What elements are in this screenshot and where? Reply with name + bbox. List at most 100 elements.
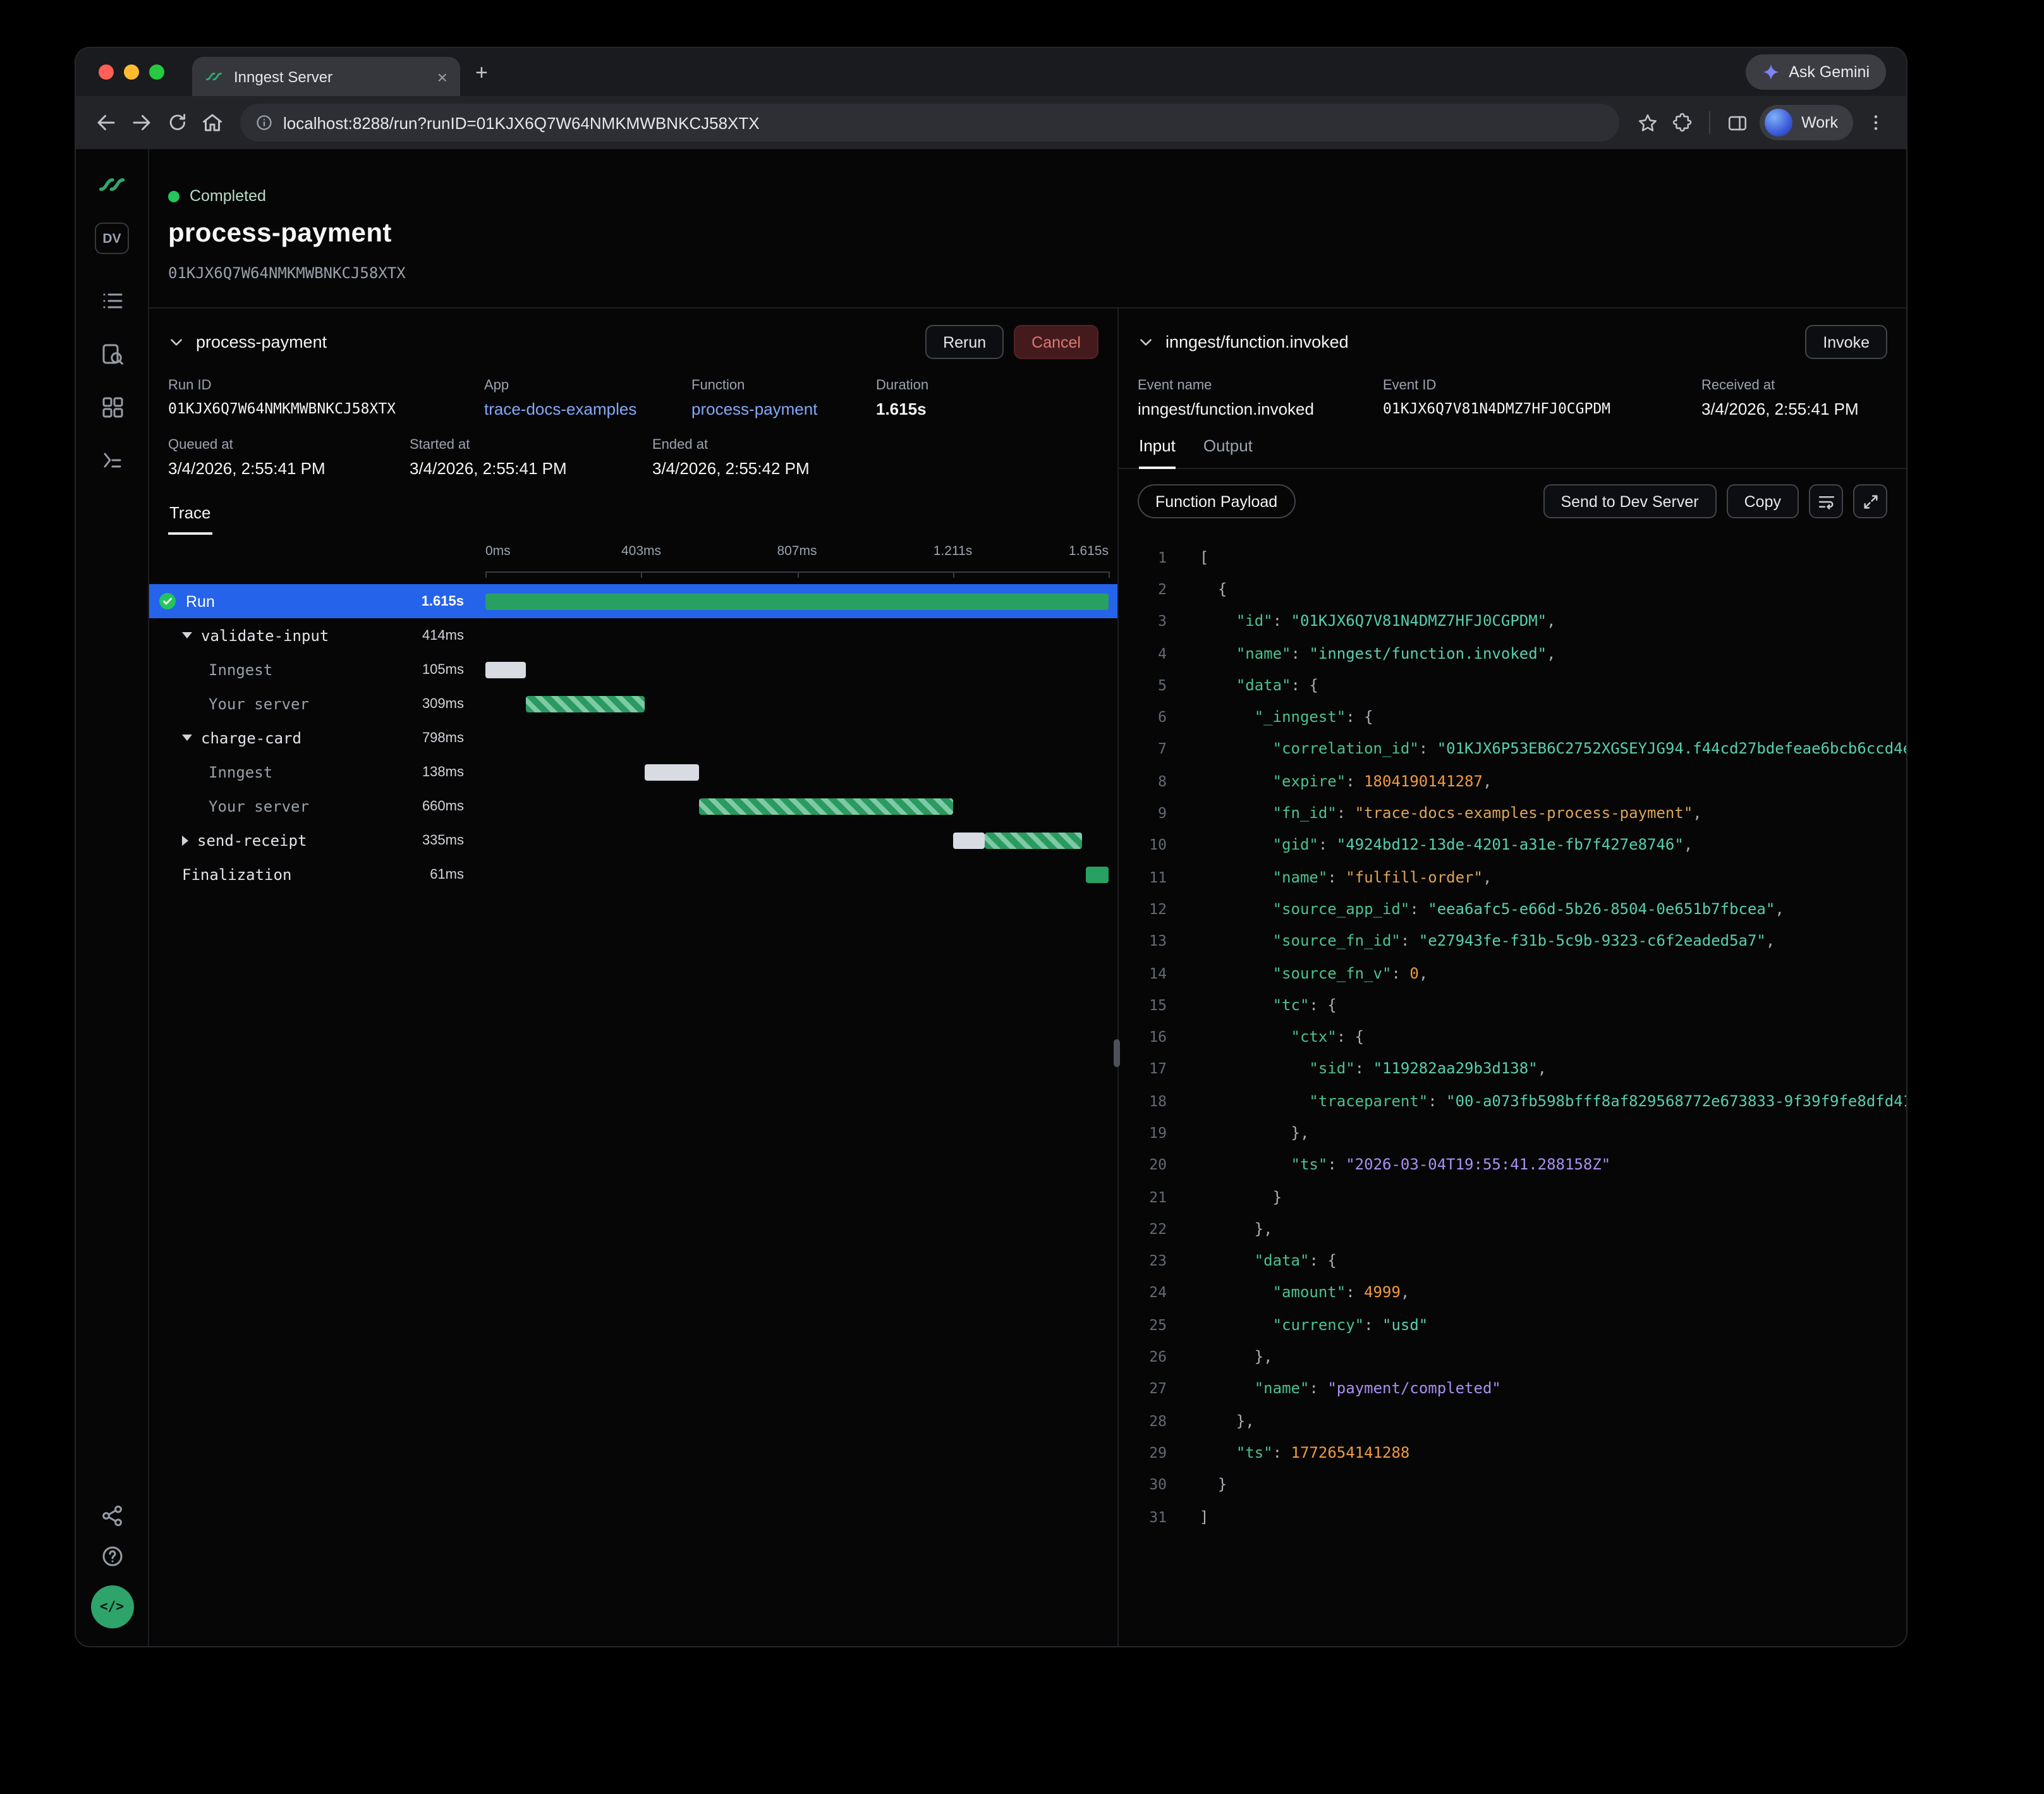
field-value-link[interactable]: trace-docs-examples [484, 400, 681, 418]
io-tabs: Input Output [1119, 418, 1906, 469]
profile-label: Work [1801, 114, 1838, 131]
trace-row-validate-input[interactable]: validate-input414ms [149, 618, 1117, 652]
code-text: } [1200, 1476, 1227, 1494]
line-number: 22 [1129, 1220, 1167, 1238]
bookmark-button[interactable] [1629, 105, 1665, 140]
line-number: 30 [1129, 1476, 1167, 1494]
line-number: 27 [1129, 1380, 1167, 1398]
panels: process-payment Rerun Cancel Run ID01KJX… [149, 307, 1906, 1646]
trace-row-inngest[interactable]: Inngest138ms [149, 755, 1117, 789]
section-title: process-payment [196, 333, 327, 351]
side-panel-icon [1726, 112, 1748, 133]
field-label: Event ID [1383, 378, 1691, 393]
code-line: 13 "source_fn_id": "e27943fe-f31b-5c9b-9… [1119, 925, 1906, 957]
trace-row-charge-card[interactable]: charge-card798ms [149, 721, 1117, 755]
rerun-button[interactable]: Rerun [925, 325, 1004, 359]
expand-button[interactable] [1853, 484, 1887, 518]
trace-row-inngest[interactable]: Inngest105ms [149, 652, 1117, 686]
sidebar-item-events[interactable] [100, 449, 123, 472]
axis-tick-label: 807ms [777, 544, 817, 559]
sidebar-item-apps[interactable] [100, 396, 123, 418]
trace-row-finalization[interactable]: Finalization61ms [149, 857, 1117, 891]
dev-tools-fab[interactable]: </> [90, 1585, 133, 1628]
extensions-button[interactable] [1665, 105, 1700, 140]
tab-trace[interactable]: Trace [168, 503, 212, 535]
code-line: 27 "name": "payment/completed" [1119, 1372, 1906, 1405]
browser-tab[interactable]: Inngest Server × [192, 57, 460, 96]
ask-gemini-button[interactable]: Ask Gemini [1746, 54, 1886, 90]
dev-env-badge[interactable]: DV [95, 223, 129, 254]
trace-row-your-server[interactable]: Your server309ms [149, 686, 1117, 721]
copy-button[interactable]: Copy [1727, 484, 1799, 518]
trace-row-your-server[interactable]: Your server660ms [149, 789, 1117, 823]
chevron-down-icon[interactable] [1138, 334, 1154, 350]
menu-dots-icon [1866, 113, 1886, 133]
chevron-down-icon[interactable] [168, 334, 185, 350]
gemini-sparkle-icon [1762, 63, 1780, 81]
zoom-window-button[interactable] [149, 64, 164, 80]
span-name: Your server [209, 695, 309, 712]
code-line: 3 "id": "01KJX6Q7V81N4DMZ7HFJ0CGPDM", [1119, 605, 1906, 637]
new-tab-button[interactable]: + [475, 61, 488, 83]
help-button[interactable] [100, 1545, 123, 1568]
line-number: 20 [1129, 1156, 1167, 1174]
event-section-title: inngest/function.invoked [1165, 333, 1349, 351]
field-value: 3/4/2026, 2:55:41 PM [168, 459, 399, 478]
minimize-window-button[interactable] [124, 64, 139, 80]
code-line: 30 } [1119, 1468, 1906, 1501]
tab-output[interactable]: Output [1203, 436, 1253, 468]
forward-button[interactable] [124, 105, 159, 140]
trace-row-run[interactable]: Run1.615s [149, 584, 1117, 618]
code-text: "currency": "usd" [1200, 1316, 1428, 1334]
sidebar-item-runs[interactable] [100, 343, 123, 365]
side-panel-button[interactable] [1719, 105, 1755, 140]
code-text: "ctx": { [1200, 1028, 1364, 1046]
tab-input[interactable]: Input [1139, 436, 1176, 469]
code-line: 19 }, [1119, 1117, 1906, 1149]
send-to-dev-server-button[interactable]: Send to Dev Server [1543, 484, 1716, 518]
info-icon [255, 114, 273, 131]
home-button[interactable] [195, 105, 230, 140]
invoke-button[interactable]: Invoke [1805, 325, 1887, 359]
search-docs-icon [100, 343, 123, 365]
avatar [1765, 109, 1792, 137]
profile-chip[interactable]: Work [1760, 105, 1853, 140]
sidebar-item-functions[interactable] [100, 290, 123, 312]
collapse-chevron-icon[interactable] [182, 735, 192, 741]
browser-menu-button[interactable] [1858, 105, 1894, 140]
code-text: }, [1200, 1412, 1255, 1429]
share-button[interactable] [100, 1504, 123, 1527]
collapse-chevron-icon[interactable] [182, 632, 192, 638]
inngest-logo[interactable] [97, 169, 127, 200]
detail-field: Functionprocess-payment [691, 378, 876, 418]
trace-bar [953, 832, 984, 848]
url-text: localhost:8288/run?runID=01KJX6Q7W64NMKM… [283, 113, 760, 132]
span-duration: 1.615s [422, 594, 485, 609]
payload-code-viewer[interactable]: 1[2 {3 "id": "01KJX6Q7V81N4DMZ7HFJ0CGPDM… [1119, 534, 1906, 1646]
code-text: }, [1200, 1220, 1273, 1238]
span-duration: 335ms [422, 833, 485, 848]
function-payload-pill[interactable]: Function Payload [1138, 484, 1295, 518]
code-text: "name": "inngest/function.invoked", [1200, 644, 1556, 662]
wrap-lines-button[interactable] [1809, 484, 1843, 518]
share-nodes-icon [100, 1504, 123, 1527]
browser-navbar: localhost:8288/run?runID=01KJX6Q7W64NMKM… [76, 96, 1906, 149]
tab-close-icon[interactable]: × [437, 68, 447, 85]
back-button[interactable] [88, 105, 124, 140]
line-number: 9 [1129, 804, 1167, 822]
expand-chevron-icon[interactable] [182, 835, 188, 845]
span-name: Finalization [182, 865, 291, 883]
code-line: 25 "currency": "usd" [1119, 1309, 1906, 1341]
line-number: 18 [1129, 1092, 1167, 1109]
reload-button[interactable] [159, 105, 195, 140]
url-bar[interactable]: localhost:8288/run?runID=01KJX6Q7W64NMKM… [240, 104, 1619, 142]
panel-resize-handle[interactable] [1114, 1039, 1120, 1067]
terminal-icon [100, 449, 123, 472]
cancel-button[interactable]: Cancel [1014, 325, 1098, 359]
back-icon [95, 111, 118, 134]
span-name: charge-card [201, 729, 301, 747]
trace-row-send-receipt[interactable]: send-receipt335ms [149, 823, 1117, 857]
close-window-button[interactable] [99, 64, 114, 80]
detail-field: Run ID01KJX6Q7W64NMKMWBNKCJ58XTX [168, 378, 484, 418]
field-value-link[interactable]: process-payment [691, 400, 866, 418]
